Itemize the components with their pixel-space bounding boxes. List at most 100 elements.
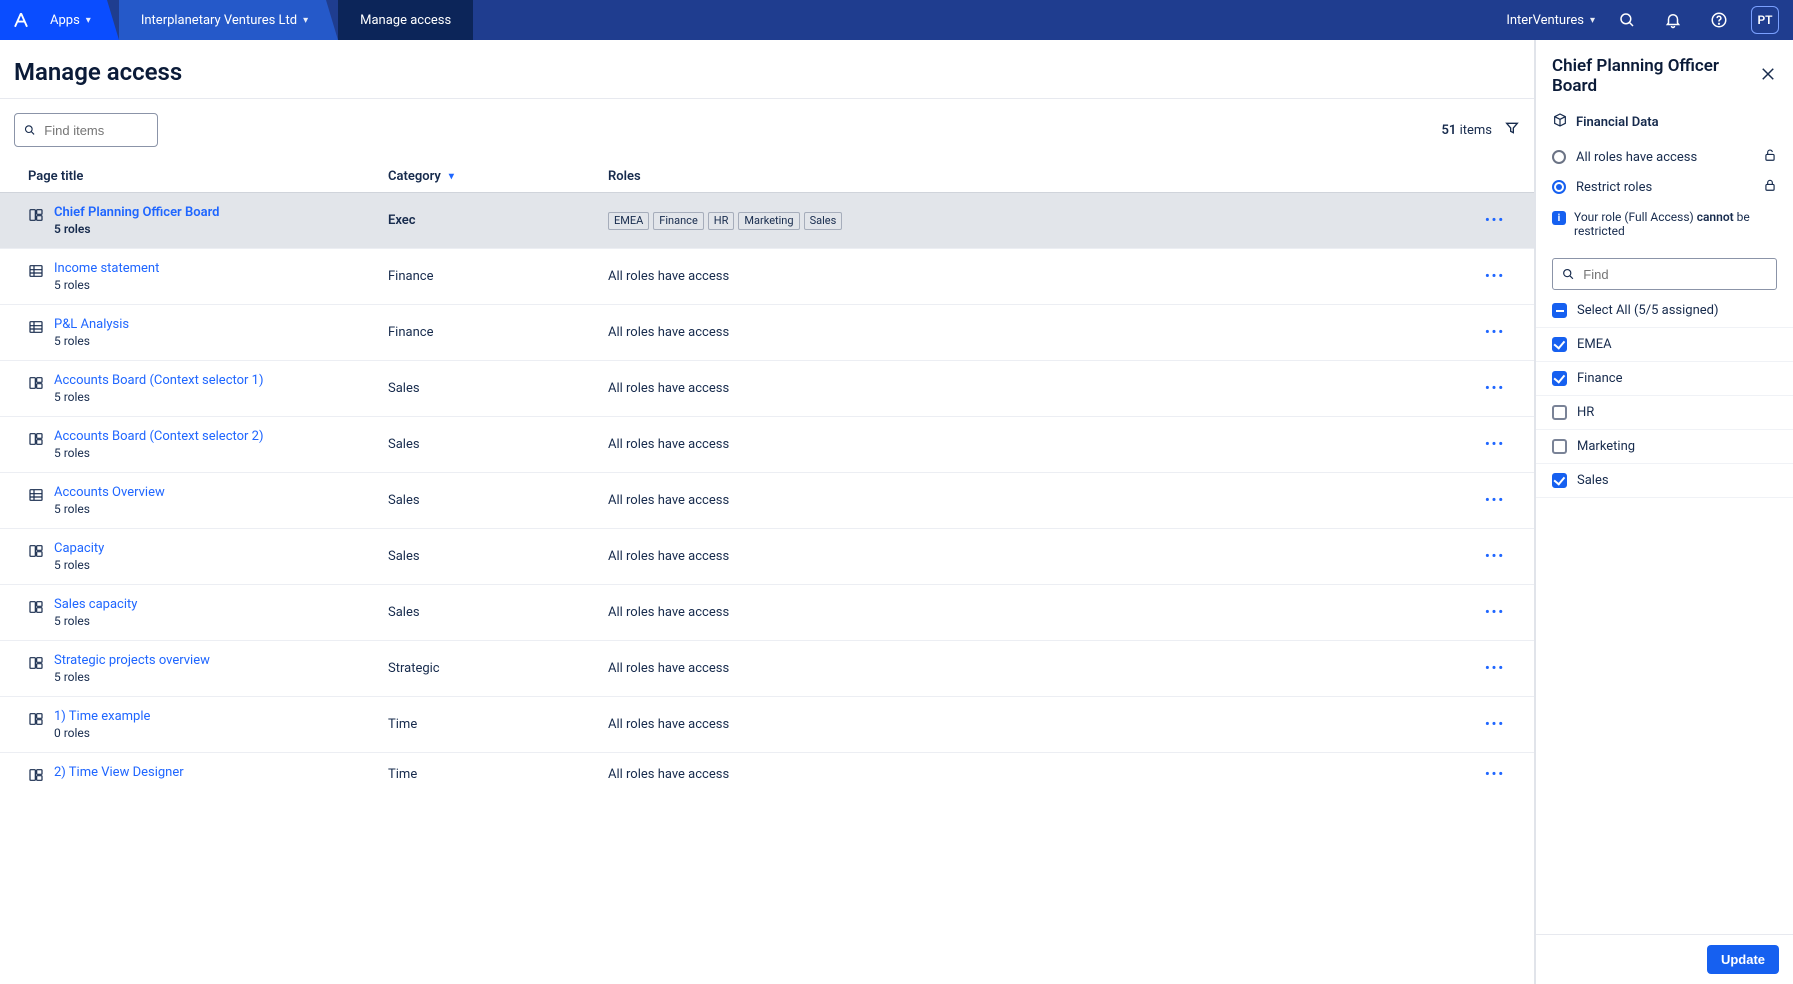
table-icon bbox=[28, 487, 44, 503]
checkbox-partial-icon bbox=[1552, 303, 1567, 318]
row-actions-menu[interactable]: ••• bbox=[1470, 767, 1520, 782]
column-roles[interactable]: Roles bbox=[608, 169, 1470, 184]
table-row[interactable]: Income statement 5 rolesFinanceAll roles… bbox=[0, 248, 1534, 304]
table-icon bbox=[28, 263, 44, 279]
board-icon bbox=[28, 207, 44, 223]
column-page-title[interactable]: Page title bbox=[28, 169, 388, 184]
table-row[interactable]: Accounts Board (Context selector 1) 5 ro… bbox=[0, 360, 1534, 416]
table-row[interactable]: Sales capacity 5 rolesSalesAll roles hav… bbox=[0, 584, 1534, 640]
row-subtitle: 5 roles bbox=[54, 390, 264, 404]
breadcrumb: Apps ▾ Interplanetary Ventures Ltd ▾ Man… bbox=[0, 0, 473, 40]
row-category: Time bbox=[388, 717, 608, 732]
role-option[interactable]: Sales bbox=[1536, 464, 1793, 498]
row-title-link[interactable]: Accounts Board (Context selector 2) bbox=[54, 429, 264, 444]
row-subtitle: 5 roles bbox=[54, 558, 104, 572]
search-field[interactable] bbox=[44, 123, 149, 138]
option-restrict-roles[interactable]: Restrict roles bbox=[1552, 172, 1777, 202]
row-subtitle: 5 roles bbox=[54, 334, 129, 348]
row-title-link[interactable]: Sales capacity bbox=[54, 597, 137, 612]
role-option[interactable]: HR bbox=[1536, 396, 1793, 430]
table-row[interactable]: 2) Time View Designer TimeAll roles have… bbox=[0, 752, 1534, 795]
row-title-link[interactable]: Income statement bbox=[54, 261, 159, 276]
radio-icon bbox=[1552, 180, 1566, 194]
workspace-label: Interplanetary Ventures Ltd bbox=[141, 13, 297, 28]
row-actions-menu[interactable]: ••• bbox=[1470, 269, 1520, 284]
panel-search-field[interactable] bbox=[1583, 267, 1768, 282]
row-subtitle: 5 roles bbox=[54, 670, 210, 684]
search-input[interactable] bbox=[14, 113, 158, 147]
select-all-row[interactable]: Select All (5/5 assigned) bbox=[1536, 294, 1793, 328]
row-actions-menu[interactable]: ••• bbox=[1470, 437, 1520, 452]
bell-icon[interactable] bbox=[1659, 6, 1687, 34]
row-actions-menu[interactable]: ••• bbox=[1470, 381, 1520, 396]
tenant-menu[interactable]: InterVentures ▾ bbox=[1506, 13, 1595, 28]
row-actions-menu[interactable]: ••• bbox=[1470, 325, 1520, 340]
row-roles: All roles have access bbox=[608, 493, 1470, 508]
table-row[interactable]: P&L Analysis 5 rolesFinanceAll roles hav… bbox=[0, 304, 1534, 360]
column-category[interactable]: Category▾ bbox=[388, 169, 608, 184]
unlock-icon bbox=[1763, 148, 1777, 166]
row-actions-menu[interactable]: ••• bbox=[1470, 717, 1520, 732]
row-actions-menu[interactable]: ••• bbox=[1470, 661, 1520, 676]
help-icon[interactable] bbox=[1705, 6, 1733, 34]
workspace-menu[interactable]: Interplanetary Ventures Ltd ▾ bbox=[119, 0, 326, 40]
tenant-label: InterVentures bbox=[1506, 13, 1584, 28]
row-title-link[interactable]: Accounts Board (Context selector 1) bbox=[54, 373, 264, 388]
update-button[interactable]: Update bbox=[1707, 945, 1779, 974]
row-title-link[interactable]: 1) Time example bbox=[54, 709, 150, 724]
role-option-label: HR bbox=[1577, 405, 1594, 420]
role-option[interactable]: Finance bbox=[1536, 362, 1793, 396]
lock-icon bbox=[1763, 178, 1777, 196]
row-actions-menu[interactable]: ••• bbox=[1470, 605, 1520, 620]
info-message: i Your role (Full Access) cannot be rest… bbox=[1552, 202, 1777, 246]
avatar[interactable]: PT bbox=[1751, 6, 1779, 34]
filter-icon[interactable] bbox=[1504, 120, 1520, 140]
item-count: 51 items bbox=[1441, 123, 1492, 138]
panel-search[interactable] bbox=[1552, 258, 1777, 290]
main-content: Manage access 51 items Page title Catego… bbox=[0, 40, 1535, 984]
row-roles: All roles have access bbox=[608, 605, 1470, 620]
row-category: Exec bbox=[388, 213, 608, 228]
row-subtitle: 5 roles bbox=[54, 502, 165, 516]
row-subtitle: 5 roles bbox=[54, 614, 137, 628]
row-actions-menu[interactable]: ••• bbox=[1470, 213, 1520, 228]
role-option[interactable]: EMEA bbox=[1536, 328, 1793, 362]
row-title-link[interactable]: Capacity bbox=[54, 541, 104, 556]
row-title-link[interactable]: 2) Time View Designer bbox=[54, 765, 184, 780]
search-icon[interactable] bbox=[1613, 6, 1641, 34]
option-all-roles[interactable]: All roles have access bbox=[1552, 142, 1777, 172]
info-icon: i bbox=[1552, 211, 1566, 225]
table-row[interactable]: Strategic projects overview 5 rolesStrat… bbox=[0, 640, 1534, 696]
radio-icon bbox=[1552, 150, 1566, 164]
app-logo[interactable] bbox=[0, 0, 42, 40]
row-actions-menu[interactable]: ••• bbox=[1470, 493, 1520, 508]
table-row[interactable]: Chief Planning Officer Board 5 rolesExec… bbox=[0, 192, 1534, 248]
row-category: Finance bbox=[388, 325, 608, 340]
role-option[interactable]: Marketing bbox=[1536, 430, 1793, 464]
table-row[interactable]: Accounts Board (Context selector 2) 5 ro… bbox=[0, 416, 1534, 472]
row-subtitle: 5 roles bbox=[54, 446, 264, 460]
row-roles: All roles have access bbox=[608, 767, 1470, 782]
side-panel: Chief Planning Officer Board Financial D… bbox=[1535, 40, 1793, 984]
board-icon bbox=[28, 655, 44, 671]
option-label: Restrict roles bbox=[1576, 180, 1652, 195]
breadcrumb-page-label: Manage access bbox=[360, 13, 451, 28]
row-title-link[interactable]: Accounts Overview bbox=[54, 485, 165, 500]
row-title-link[interactable]: Chief Planning Officer Board bbox=[54, 205, 219, 220]
select-all-label: Select All (5/5 assigned) bbox=[1577, 303, 1719, 318]
row-actions-menu[interactable]: ••• bbox=[1470, 549, 1520, 564]
panel-title: Chief Planning Officer Board bbox=[1552, 56, 1759, 96]
row-title-link[interactable]: Strategic projects overview bbox=[54, 653, 210, 668]
row-title-link[interactable]: P&L Analysis bbox=[54, 317, 129, 332]
close-icon[interactable] bbox=[1759, 65, 1777, 87]
table-body: Chief Planning Officer Board 5 roles Exec… bbox=[0, 192, 1534, 795]
breadcrumb-page: Manage access bbox=[338, 0, 473, 40]
row-roles: All roles have access bbox=[608, 661, 1470, 676]
table-row[interactable]: Accounts Overview 5 rolesSalesAll roles … bbox=[0, 472, 1534, 528]
row-roles: All roles have access bbox=[608, 381, 1470, 396]
table-row[interactable]: 1) Time example 0 rolesTimeAll roles hav… bbox=[0, 696, 1534, 752]
apps-menu[interactable]: Apps ▾ bbox=[42, 0, 107, 40]
row-category: Sales bbox=[388, 437, 608, 452]
row-roles: All roles have access bbox=[608, 549, 1470, 564]
table-row[interactable]: Capacity 5 rolesSalesAll roles have acce… bbox=[0, 528, 1534, 584]
